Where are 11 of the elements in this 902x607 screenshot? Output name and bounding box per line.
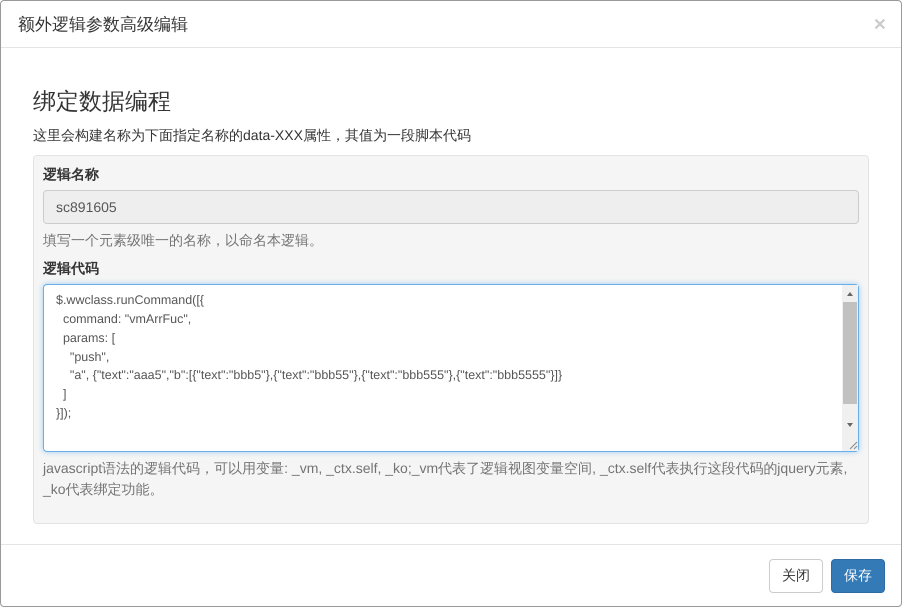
field-label: 逻辑代码 bbox=[43, 260, 99, 278]
help-text: 填写一个元素级唯一的名称，以命名本逻辑。 bbox=[43, 231, 324, 250]
close-dialog-button[interactable]: 关闭 bbox=[769, 558, 823, 593]
section-heading: 绑定数据编程 bbox=[33, 87, 172, 116]
field-label: 逻辑名称 bbox=[43, 166, 99, 184]
save-button[interactable]: 保存 bbox=[831, 558, 885, 593]
section-description: 这里会构建名称为下面指定名称的data-XXX属性，其值为一段脚本代码 bbox=[33, 127, 472, 146]
dialog-title: 额外逻辑参数高级编辑 bbox=[18, 14, 188, 36]
help-text: javascript语法的逻辑代码，可以用变量: _vm, _ctx.self, _ko;_vm代表了逻辑视图变量空间, _ctx.self代表执行这段代码的jquery元素, _ko代表绑定功能。 bbox=[43, 459, 848, 499]
code-field[interactable]: $.wwclass.runCommand([{ command: "vmArrFuc", params: [ "push", "a", {"text":"aaa5","b":[{"text":"bbb5"},{"text":"bbb55"},{"text":"bbb555"},{"text":"bbb5555"}]} ] }]); bbox=[43, 284, 859, 452]
scrollbar[interactable] bbox=[842, 285, 858, 452]
